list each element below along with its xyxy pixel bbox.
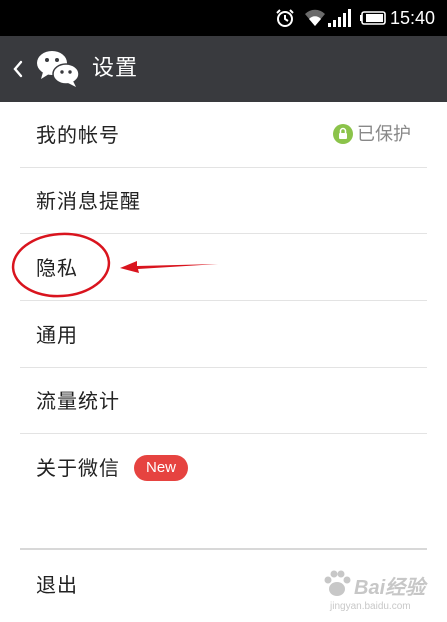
- settings-item-label: 关于微信: [36, 456, 120, 480]
- lock-icon: [333, 124, 353, 144]
- divider: [20, 233, 427, 234]
- settings-item-notifications[interactable]: 新消息提醒: [0, 168, 447, 234]
- settings-item-label: 流量统计: [36, 389, 120, 413]
- status-bar: 15:40: [0, 0, 447, 36]
- wechat-logo-icon: [37, 51, 80, 87]
- protection-status-text: 已保护: [357, 124, 411, 145]
- watermark-text: Bai经验: [354, 577, 426, 599]
- wifi-icon: [305, 9, 325, 26]
- watermark-logo: Bai经验 jingyan.baidu.com: [320, 565, 440, 617]
- watermark-url: jingyan.baidu.com: [330, 601, 411, 612]
- divider: [20, 300, 427, 301]
- alarm-icon: [276, 9, 294, 27]
- settings-item-general[interactable]: 通用: [0, 302, 447, 368]
- page-title: 设置: [92, 56, 139, 81]
- settings-item-label: 通用: [36, 323, 78, 347]
- paw-icon: [324, 570, 351, 596]
- settings-item-label: 我的帐号: [36, 123, 120, 147]
- protection-status: 已保护: [333, 122, 411, 148]
- settings-item-about[interactable]: 关于微信 New: [0, 435, 447, 501]
- divider: [20, 433, 427, 434]
- settings-item-account[interactable]: 我的帐号 已保护: [0, 102, 447, 168]
- section-divider: [20, 548, 427, 550]
- chevron-left-icon[interactable]: [8, 56, 26, 82]
- battery-icon: [360, 11, 386, 25]
- settings-item-data-usage[interactable]: 流量统计: [0, 368, 447, 434]
- status-time: 15:40: [390, 8, 436, 28]
- settings-item-label: 退出: [36, 573, 78, 597]
- settings-item-label: 隐私: [36, 256, 78, 280]
- new-badge: New: [134, 455, 189, 481]
- title-bar: 设置: [0, 36, 447, 102]
- settings-item-label: 新消息提醒: [36, 189, 141, 213]
- signal-icon: [328, 9, 351, 27]
- settings-item-privacy[interactable]: 隐私: [0, 235, 447, 301]
